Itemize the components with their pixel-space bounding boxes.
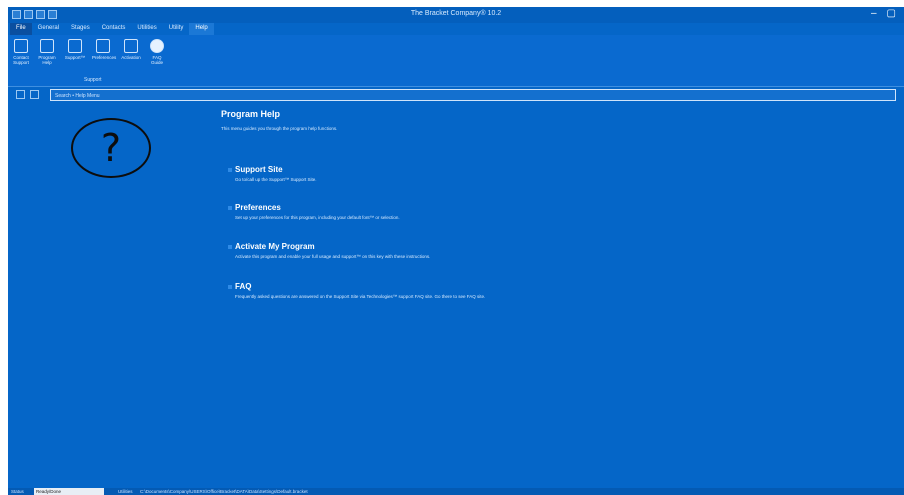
help-item-title[interactable]: Support Site xyxy=(235,165,283,174)
status-path: C:\Documents\Company\USERS\Office\Bracke… xyxy=(140,489,308,494)
program-help-button[interactable]: Program Help xyxy=(36,39,58,65)
tab-stages[interactable]: Stages xyxy=(65,23,96,35)
support-icon xyxy=(68,39,82,53)
tab-help[interactable]: Help xyxy=(189,23,214,35)
page-title: Program Help xyxy=(221,109,281,119)
preferences-button[interactable]: Preferences xyxy=(92,39,117,60)
status-label-secondary: Utilities xyxy=(118,489,133,494)
bullet-icon xyxy=(228,206,232,210)
app-window: The Bracket Company® 10.2 – ▢ File Gener… xyxy=(8,7,904,495)
activation-label: Activation xyxy=(121,55,141,60)
activation-button[interactable]: Activation xyxy=(120,39,142,60)
bullet-icon xyxy=(228,285,232,289)
support-button[interactable]: Support™ xyxy=(64,39,86,60)
ribbon-tabs: File General Stages Contacts Utilities U… xyxy=(10,23,214,35)
tab-utility[interactable]: Utility xyxy=(163,23,190,35)
faq-icon xyxy=(150,39,164,53)
bullet-icon xyxy=(228,245,232,249)
program-help-icon xyxy=(40,39,54,53)
search-row: Search • Help Menu xyxy=(8,88,904,102)
help-item-title[interactable]: Preferences xyxy=(235,203,281,212)
ribbon-group-label: Support xyxy=(84,77,102,83)
activation-icon xyxy=(124,39,138,53)
help-item-desc: Activate this program and enable your fu… xyxy=(235,254,431,259)
status-label: Status xyxy=(11,489,24,494)
contact-support-label: Contact Support xyxy=(13,55,29,65)
support-label: Support™ xyxy=(64,55,86,60)
page-subtitle: This menu guides you through the program… xyxy=(221,126,338,131)
status-bar: Status Ready/Done Utilities C:\Documents… xyxy=(8,488,904,495)
back-icon[interactable] xyxy=(16,90,25,99)
tab-utilities[interactable]: Utilities xyxy=(131,23,162,35)
ribbon-panel: Contact Support Program Help Support™ Pr… xyxy=(8,35,904,87)
forward-icon[interactable] xyxy=(30,90,39,99)
program-help-label: Program Help xyxy=(38,55,56,65)
help-item-desc: Frequently asked questions are answered … xyxy=(235,294,486,299)
search-input[interactable]: Search • Help Menu xyxy=(50,89,896,101)
question-mark-icon: ? xyxy=(71,118,151,178)
contact-support-icon xyxy=(14,39,28,53)
help-item-title[interactable]: FAQ xyxy=(235,282,251,291)
title-bar: The Bracket Company® 10.2 – ▢ xyxy=(8,7,904,23)
minimize-button[interactable]: – xyxy=(871,8,877,19)
tab-contacts[interactable]: Contacts xyxy=(96,23,132,35)
bullet-icon xyxy=(228,168,232,172)
status-value: Ready/Done xyxy=(34,488,104,495)
window-title: The Bracket Company® 10.2 xyxy=(410,10,502,17)
faq-guide-button[interactable]: FAQ Guide xyxy=(146,39,168,65)
tab-general[interactable]: General xyxy=(32,23,65,35)
preferences-icon xyxy=(96,39,110,53)
maximize-button[interactable]: ▢ xyxy=(887,8,896,19)
preferences-label: Preferences xyxy=(92,55,117,60)
help-item-desc: Go to/call up the Support™ Support Site. xyxy=(235,177,317,182)
help-item-desc: Set up your preferences for this program… xyxy=(235,215,400,220)
help-item-title[interactable]: Activate My Program xyxy=(235,242,315,251)
tab-file[interactable]: File xyxy=(10,23,32,35)
contact-support-button[interactable]: Contact Support xyxy=(10,39,32,65)
window-controls: – ▢ xyxy=(871,8,896,19)
faq-guide-label: FAQ Guide xyxy=(150,55,163,65)
